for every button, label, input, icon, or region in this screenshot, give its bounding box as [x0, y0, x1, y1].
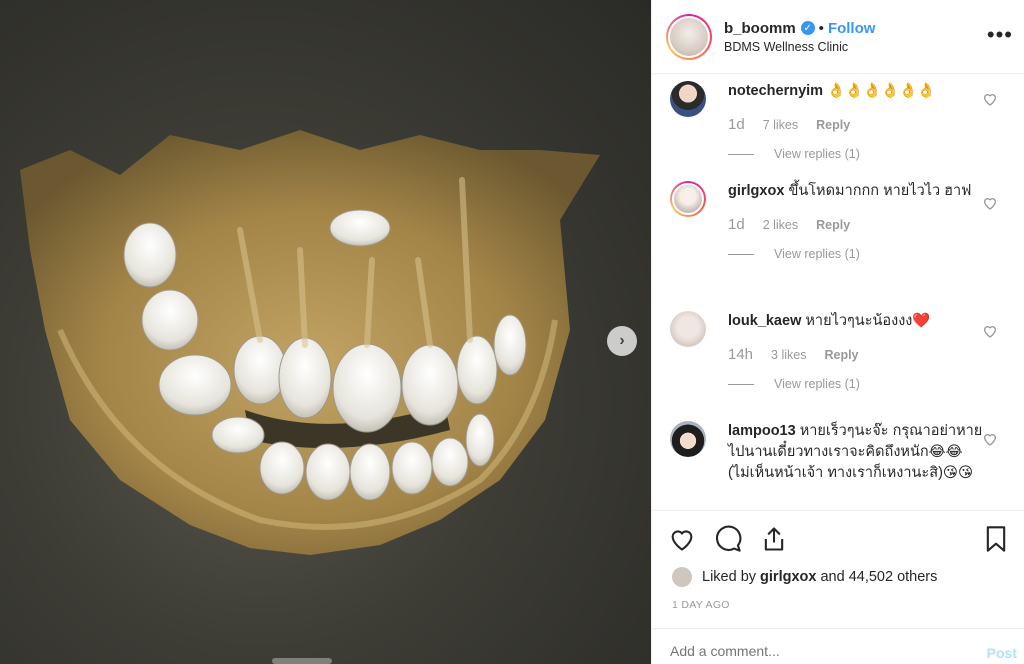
like-comment-heart-icon[interactable]	[982, 195, 998, 211]
like-comment-heart-icon[interactable]	[982, 431, 998, 447]
like-comment-heart-icon[interactable]	[982, 323, 998, 339]
post-sidebar: b_boomm ✓ • Follow BDMS Wellness Clinic …	[651, 0, 1024, 664]
comment-avatar[interactable]	[670, 181, 706, 217]
post-actions-bar	[652, 510, 1024, 570]
comment-username[interactable]: notechernyim	[728, 83, 823, 99]
like-comment-heart-icon[interactable]	[982, 91, 998, 107]
comment-text: 👌👌👌👌👌👌	[827, 83, 936, 99]
header-separator: •	[818, 19, 824, 37]
likes-summary[interactable]: Liked by girlgxox and 44,502 others	[672, 567, 937, 587]
post-location[interactable]: BDMS Wellness Clinic	[724, 40, 875, 54]
reply-button[interactable]: Reply	[816, 115, 850, 136]
post-comment-button[interactable]: Post	[987, 645, 1017, 661]
post-image[interactable]: ›	[0, 0, 651, 664]
comment-likes[interactable]: 7 likes	[763, 115, 798, 136]
comments-list[interactable]: notechernyim 👌👌👌👌👌👌 1d 7 likes Reply Vie…	[652, 75, 1024, 509]
likes-suffix[interactable]: and 44,502 others	[820, 569, 937, 585]
verified-badge-icon: ✓	[800, 21, 815, 35]
like-heart-icon[interactable]	[668, 525, 696, 553]
follow-button[interactable]: Follow	[828, 20, 876, 37]
reply-button[interactable]: Reply	[816, 215, 850, 236]
comment-time[interactable]: 1d	[728, 114, 745, 135]
comment-composer: Post	[652, 628, 1024, 664]
reply-button[interactable]: Reply	[824, 345, 858, 366]
comment-time[interactable]: 1d	[728, 214, 745, 235]
more-options-icon[interactable]: •••	[987, 22, 1013, 48]
comment-bubble-icon[interactable]	[714, 525, 742, 553]
author-username[interactable]: b_boomm	[724, 20, 796, 37]
bookmark-icon[interactable]	[982, 525, 1010, 553]
post-header: b_boomm ✓ • Follow BDMS Wellness Clinic …	[652, 0, 1024, 74]
comment-username[interactable]: lampoo13	[728, 423, 796, 439]
view-replies-button[interactable]: View replies (1)	[728, 374, 983, 395]
comment-text: ขึ้นโหดมากกก หายไวไว ฮาฟ	[788, 183, 972, 199]
comment-avatar[interactable]	[670, 81, 706, 117]
comment-likes[interactable]: 2 likes	[763, 215, 798, 236]
comment-time[interactable]: 14h	[728, 344, 753, 365]
liker-avatar	[672, 567, 692, 587]
view-replies-label: View replies (1)	[774, 147, 860, 161]
likes-prefix: Liked by	[702, 569, 757, 585]
view-replies-label: View replies (1)	[774, 247, 860, 261]
carousel-indicator	[272, 658, 332, 664]
view-replies-label: View replies (1)	[774, 377, 860, 391]
comment-username[interactable]: girlgxox	[728, 183, 784, 199]
comment-username[interactable]: louk_kaew	[728, 313, 801, 329]
dental-xray-3d-image	[20, 130, 600, 555]
post-timestamp: 1 DAY AGO	[672, 599, 730, 611]
add-comment-input[interactable]	[670, 643, 970, 659]
author-avatar[interactable]	[666, 13, 712, 60]
view-replies-button[interactable]: View replies (1)	[728, 244, 983, 265]
view-replies-button[interactable]: View replies (1)	[728, 144, 983, 165]
chevron-right-icon: ›	[619, 332, 625, 349]
comment-likes[interactable]: 3 likes	[771, 345, 806, 366]
comment-avatar[interactable]	[670, 421, 706, 457]
comment-avatar[interactable]	[670, 311, 706, 347]
share-icon[interactable]	[760, 525, 788, 553]
comment-text: หายไวๆนะน้องงง❤️	[805, 313, 931, 329]
next-image-button[interactable]: ›	[607, 326, 637, 356]
liker-username[interactable]: girlgxox	[760, 569, 816, 585]
